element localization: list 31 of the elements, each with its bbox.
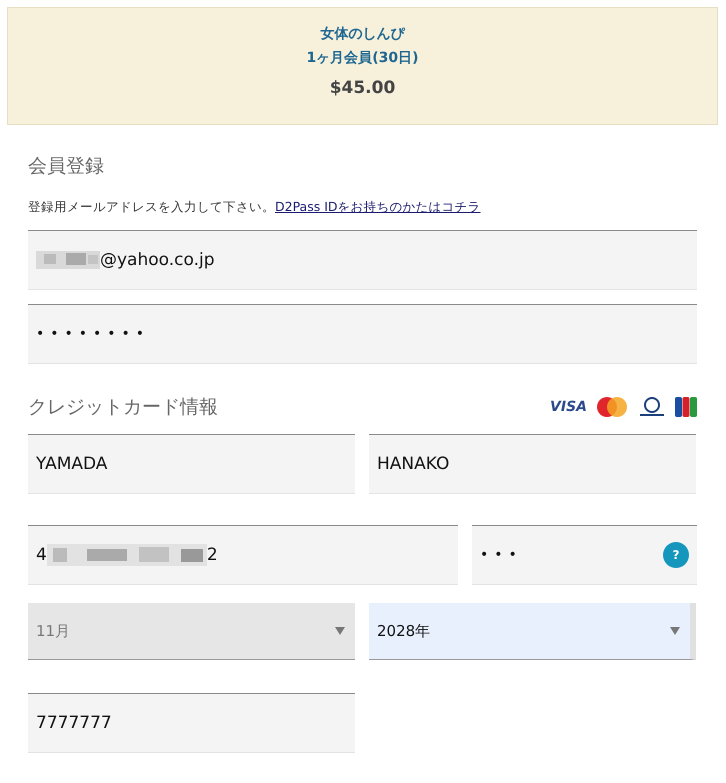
password-value: •••••••• <box>36 326 150 342</box>
d2pass-link[interactable]: D2Pass IDをお持ちのかたはコチラ <box>275 199 481 214</box>
first-name-value: HANAKO <box>377 454 450 474</box>
plan-price: $45.00 <box>330 78 396 98</box>
overlapping-circles-icon <box>595 396 629 418</box>
postal-code-value: 7777777 <box>36 713 112 733</box>
year-value: 2028年 <box>377 622 430 640</box>
first-name-field[interactable]: HANAKO <box>369 434 696 494</box>
password-field[interactable]: •••••••• <box>28 304 697 364</box>
year-select[interactable]: 2028年 <box>369 603 696 660</box>
email-value: @yahoo.co.jp <box>100 250 215 270</box>
last-name-field[interactable]: YAMADA <box>28 434 355 494</box>
caret-icon <box>670 627 680 635</box>
section-heading: クレジットカード情報 <box>28 395 218 420</box>
cvc-field[interactable]: ••• ? <box>472 525 697 585</box>
visa-logo: VISA <box>550 399 587 415</box>
plan-term: 1ヶ月会員(30日) <box>306 49 419 68</box>
plan-title: 女体のしんぴ <box>320 25 404 44</box>
card-number-end: 2 <box>206 545 218 565</box>
instruction-text: 登録用メールアドレスを入力して下さい。D2Pass IDをお持ちのかたはコチラ <box>28 199 482 216</box>
last-name-value: YAMADA <box>36 454 108 474</box>
email-field[interactable]: @yahoo.co.jp <box>28 230 697 290</box>
card-number-field[interactable]: 4 2 <box>28 525 458 585</box>
postal-code-field[interactable]: 7777777 <box>28 693 355 753</box>
section-heading: 会員登録 <box>28 154 105 179</box>
card-number-start: 4 <box>36 545 47 565</box>
circle-logo-icon <box>637 396 667 418</box>
cvc-value: ••• <box>480 547 523 563</box>
striped-card-icon <box>675 396 697 418</box>
month-value: 11月 <box>36 622 70 640</box>
caret-icon <box>335 627 345 635</box>
